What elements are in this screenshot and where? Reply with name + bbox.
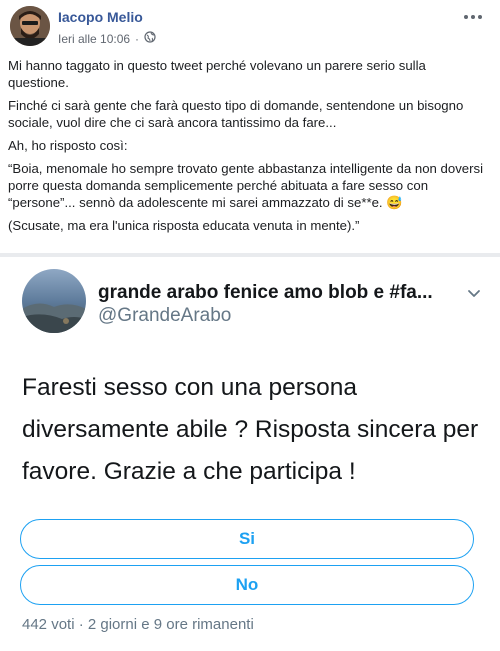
post-paragraph: “Boia, menomale ho sempre trovato gente … (8, 161, 484, 210)
globe-icon (144, 31, 156, 46)
post-timestamp[interactable]: Ieri alle 10:06 (58, 32, 130, 46)
chevron-down-icon[interactable] (466, 285, 482, 301)
author-name[interactable]: Iacopo Melio (58, 9, 143, 25)
post-body: Mi hanno taggato in questo tweet perché … (8, 57, 490, 240)
more-dots-icon[interactable] (462, 10, 484, 24)
tweet-handle[interactable]: @GrandeArabo (98, 305, 231, 327)
author-avatar[interactable] (10, 6, 50, 46)
tweet-author-name[interactable]: grande arabo fenice amo blob e #fa... (98, 282, 433, 304)
post-paragraph: Ah, ho risposto così: (8, 138, 128, 153)
post-paragraph: Finché ci sarà gente che farà questo tip… (8, 98, 464, 130)
poll-option-si[interactable]: Si (20, 519, 474, 559)
tweet-text: Faresti sesso con una persona diversamen… (22, 374, 479, 485)
embedded-tweet: grande arabo fenice amo blob e #fa... @G… (0, 257, 500, 651)
post-meta-separator: · (135, 31, 140, 46)
post-meta: Ieri alle 10:06 · (58, 31, 156, 46)
post-paragraph: (Scusate, ma era l'unica risposta educat… (8, 218, 360, 233)
poll-meta: 442 voti · 2 giorni e 9 ore rimanenti (22, 616, 254, 633)
tweet-avatar[interactable] (22, 269, 86, 333)
post-paragraph: Mi hanno taggato in questo tweet perché … (8, 58, 426, 90)
post-header: Iacopo Melio Ieri alle 10:06 · (0, 0, 500, 56)
poll-option-no[interactable]: No (20, 565, 474, 605)
